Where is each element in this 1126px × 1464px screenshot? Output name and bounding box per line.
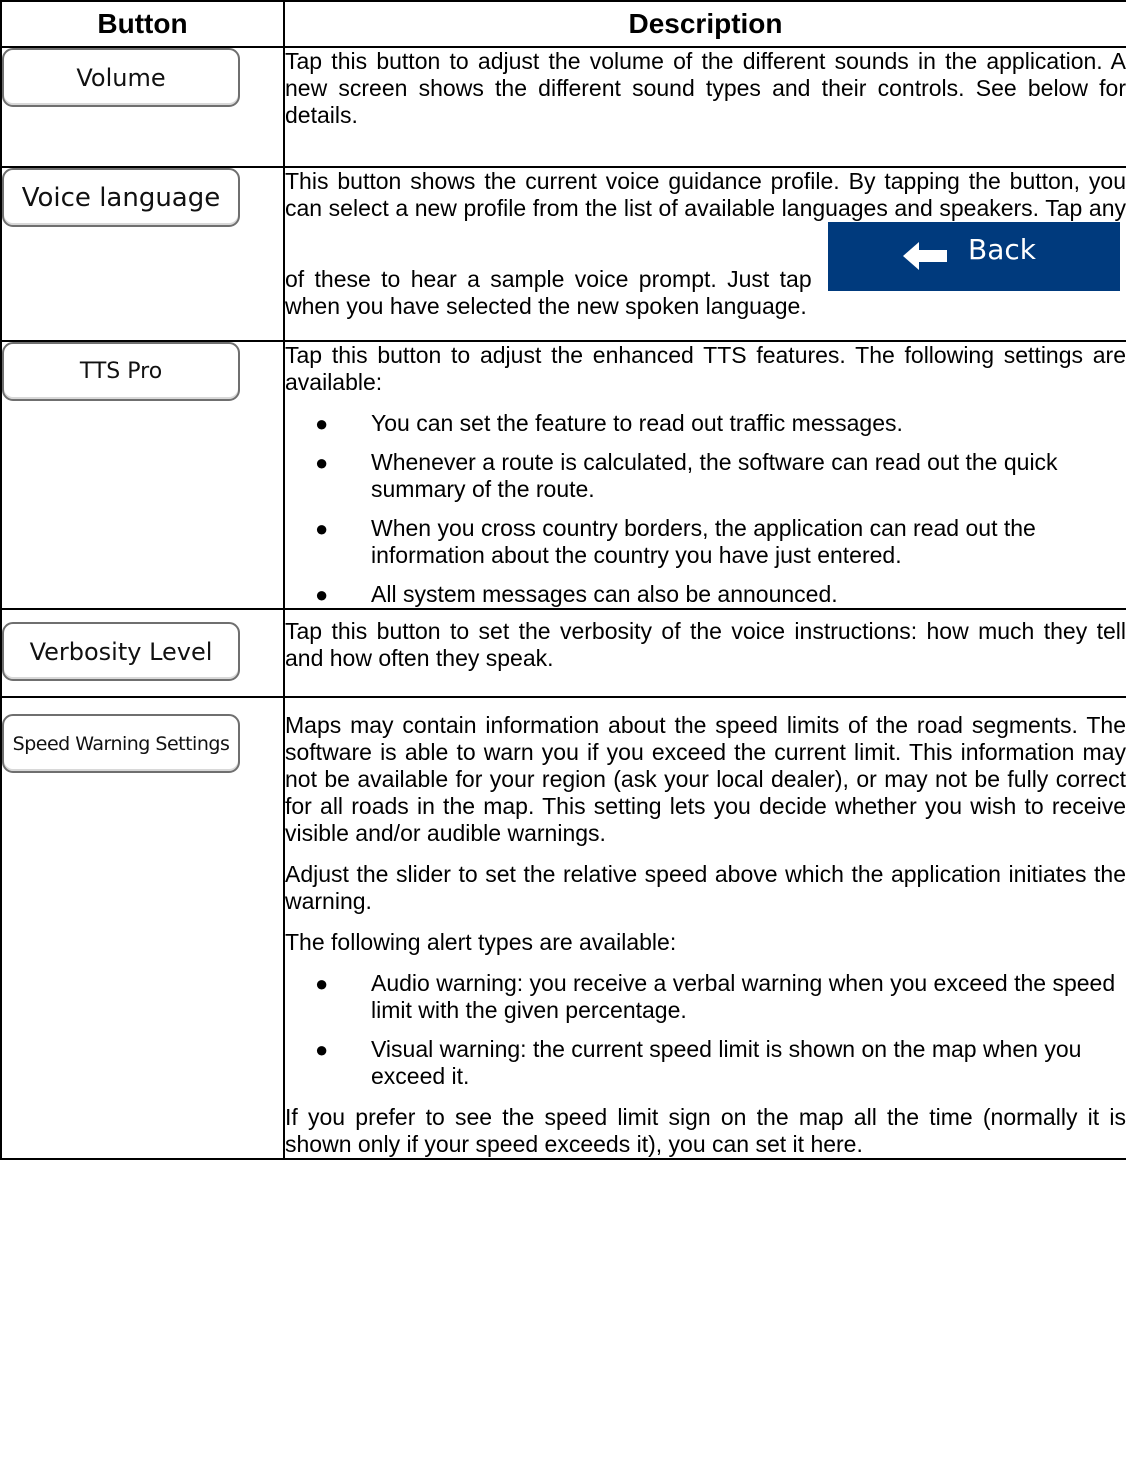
verbosity-level-button[interactable]: Verbosity Level xyxy=(2,622,240,681)
description-part: when you have selected the new spoken la… xyxy=(285,293,807,319)
list-item: ● Whenever a route is calculated, the sof… xyxy=(315,449,1058,502)
header-description: Description xyxy=(283,0,1126,48)
description-text: This button shows the current voice guid… xyxy=(285,168,1126,320)
button-cell: Voice language xyxy=(0,166,285,342)
description-cell: Tap this button to adjust the enhanced T… xyxy=(283,340,1126,610)
table-row: TTS Pro Tap this button to adjust the en… xyxy=(0,340,1126,610)
back-arrow-icon xyxy=(903,242,947,276)
description-cell: Tap this button to set the verbosity of … xyxy=(283,608,1126,698)
table-row: Verbosity Level Tap this button to set t… xyxy=(0,608,1126,698)
description-text: Adjust the slider to set the relative sp… xyxy=(285,861,1126,914)
table-row: Volume Tap this button to adjust the vol… xyxy=(0,46,1126,168)
description-text: Tap this button to set the verbosity of … xyxy=(285,618,1126,671)
settings-table: Button Description Volume Tap this butto… xyxy=(0,0,1126,1160)
bullet-icon: ● xyxy=(315,411,329,436)
back-button[interactable]: Back xyxy=(828,222,1120,291)
tts-pro-button[interactable]: TTS Pro xyxy=(2,342,240,401)
header-button: Button xyxy=(0,0,285,48)
bullet-icon: ● xyxy=(315,582,329,607)
list-item: ● When you cross country borders, the app… xyxy=(315,515,1036,568)
list-item: ● You can set the feature to read out tra… xyxy=(315,410,903,436)
volume-button[interactable]: Volume xyxy=(2,48,240,107)
bullet-icon: ● xyxy=(315,971,329,996)
description-text: The following alert types are available: xyxy=(285,929,677,955)
list-item: ● Visual warning: the current speed limit… xyxy=(315,1036,1082,1089)
bullet-icon: ● xyxy=(315,516,329,541)
description-cell: Maps may contain information about the s… xyxy=(283,696,1126,1160)
bullet-icon: ● xyxy=(315,1037,329,1062)
header-row: Button Description xyxy=(0,0,1126,48)
button-cell: TTS Pro xyxy=(0,340,285,610)
description-cell: This button shows the current voice guid… xyxy=(283,166,1126,342)
description-text: Tap this button to adjust the volume of … xyxy=(285,48,1126,128)
description-text: Tap this button to adjust the enhanced T… xyxy=(285,342,1126,395)
alert-type-list: ● Audio warning: you receive a verbal war… xyxy=(285,970,1126,1090)
list-item: ● All system messages can also be announc… xyxy=(315,581,838,607)
description-text: If you prefer to see the speed limit sig… xyxy=(285,1104,1126,1157)
button-cell: Speed Warning Settings xyxy=(0,696,285,1160)
bullet-icon: ● xyxy=(315,450,329,475)
description-text: Maps may contain information about the s… xyxy=(285,712,1126,846)
feature-list: ● You can set the feature to read out tra… xyxy=(285,410,1126,608)
speed-warning-settings-button[interactable]: Speed Warning Settings xyxy=(2,714,240,773)
back-button-label: Back xyxy=(968,233,1036,266)
description-cell: Tap this button to adjust the volume of … xyxy=(283,46,1126,168)
list-item: ● Audio warning: you receive a verbal war… xyxy=(315,970,1116,1023)
table-row: Voice language This button shows the cur… xyxy=(0,166,1126,342)
button-cell: Volume xyxy=(0,46,285,168)
table-row: Speed Warning Settings Maps may contain … xyxy=(0,696,1126,1160)
voice-language-button[interactable]: Voice language xyxy=(2,168,240,227)
button-cell: Verbosity Level xyxy=(0,608,285,698)
